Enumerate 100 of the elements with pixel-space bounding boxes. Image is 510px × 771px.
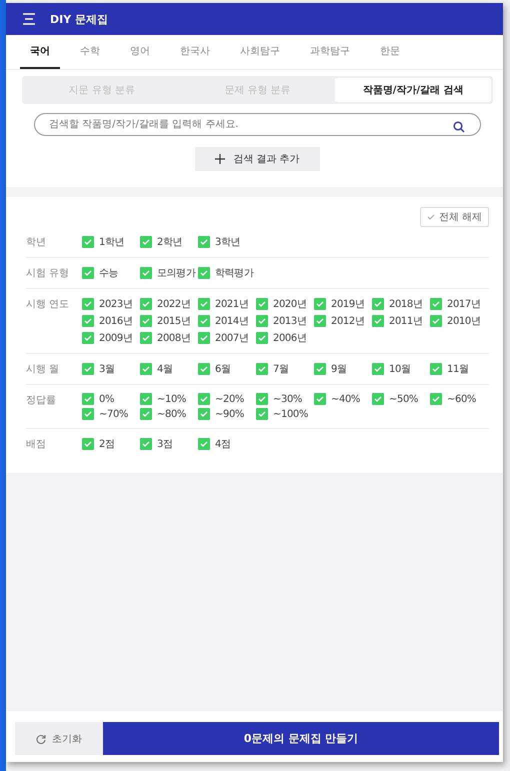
- check-icon: [142, 396, 150, 402]
- check-icon: [200, 396, 208, 402]
- subject-tab[interactable]: 과학탐구: [300, 35, 360, 69]
- checkbox[interactable]: [314, 393, 326, 405]
- subject-tab[interactable]: 영어: [120, 35, 160, 69]
- subject-tab[interactable]: 사회탐구: [230, 35, 290, 69]
- checkbox[interactable]: [256, 298, 268, 310]
- checkbox[interactable]: [256, 408, 268, 420]
- checkbox[interactable]: [198, 315, 210, 327]
- option-label: ~100%: [273, 408, 308, 420]
- checkbox[interactable]: [256, 393, 268, 405]
- checkbox[interactable]: [140, 315, 152, 327]
- app-title: DIY 문제집: [50, 12, 108, 26]
- checkbox[interactable]: [82, 236, 94, 248]
- checkbox[interactable]: [82, 393, 94, 405]
- checkbox[interactable]: [140, 332, 152, 344]
- filter-label: 시험 유형: [26, 267, 70, 280]
- checkbox[interactable]: [198, 236, 210, 248]
- checkbox[interactable]: [256, 315, 268, 327]
- checkbox[interactable]: [314, 363, 326, 375]
- option-label: ~50%: [389, 394, 418, 404]
- option-label: 2학년: [157, 236, 182, 249]
- checkbox[interactable]: [198, 393, 210, 405]
- checkbox[interactable]: [198, 332, 210, 344]
- option-label: 모의평가: [157, 267, 196, 280]
- option-label: 2009년: [99, 332, 132, 345]
- checkbox[interactable]: [82, 267, 94, 279]
- checkbox[interactable]: [82, 315, 94, 327]
- check-icon: [200, 411, 208, 417]
- check-icon: [432, 366, 440, 372]
- checkbox[interactable]: [314, 298, 326, 310]
- check-icon: [142, 411, 150, 417]
- checkbox[interactable]: [198, 438, 210, 450]
- checkbox[interactable]: [140, 393, 152, 405]
- check-icon: [316, 366, 324, 372]
- checkbox[interactable]: [140, 267, 152, 279]
- checkbox[interactable]: [430, 315, 442, 327]
- checkbox[interactable]: [372, 363, 384, 375]
- checkbox[interactable]: [140, 236, 152, 248]
- search-field[interactable]: 검색할 작품명/작가/갈래를 입력해 주세요.: [34, 113, 481, 136]
- checkbox[interactable]: [140, 408, 152, 420]
- option-label: ~10%: [157, 394, 186, 404]
- checkbox[interactable]: [372, 315, 384, 327]
- checkbox[interactable]: [140, 363, 152, 375]
- check-icon: [142, 301, 150, 307]
- option-label: 2006년: [273, 332, 306, 345]
- check-icon: [432, 301, 440, 307]
- checkbox[interactable]: [430, 298, 442, 310]
- menu-icon[interactable]: [22, 13, 36, 25]
- check-icon: [84, 239, 92, 245]
- check-icon: [426, 214, 435, 220]
- check-icon: [84, 318, 92, 324]
- create-workbook-button[interactable]: 0문제의 문제집 만들기: [103, 722, 499, 755]
- check-icon: [374, 318, 382, 324]
- check-icon: [84, 396, 92, 402]
- option-label: ~20%: [215, 394, 244, 404]
- check-icon: [142, 270, 150, 276]
- check-icon: [374, 301, 382, 307]
- check-icon: [200, 441, 208, 447]
- checkbox[interactable]: [430, 363, 442, 375]
- checkbox[interactable]: [198, 363, 210, 375]
- filter-label: 학년: [26, 236, 47, 249]
- checkbox[interactable]: [82, 332, 94, 344]
- check-icon: [258, 318, 266, 324]
- option-label: 2012년: [331, 315, 364, 328]
- option-label: ~90%: [215, 408, 244, 420]
- checkbox[interactable]: [198, 408, 210, 420]
- check-icon: [84, 441, 92, 447]
- check-icon: [200, 270, 208, 276]
- option-label: 2021년: [215, 298, 248, 311]
- subject-tab[interactable]: 수학: [70, 35, 110, 69]
- search-icon[interactable]: [453, 121, 465, 133]
- checkbox[interactable]: [140, 438, 152, 450]
- add-results-button[interactable]: 검색 결과 추가: [195, 147, 320, 171]
- reset-button[interactable]: 초기화: [15, 722, 103, 755]
- checkbox[interactable]: [256, 332, 268, 344]
- check-icon: [84, 366, 92, 372]
- clear-all-button[interactable]: 전체 해제: [420, 207, 489, 227]
- option-label: 7월: [273, 363, 289, 376]
- filter-label: 배점: [26, 438, 47, 451]
- checkbox[interactable]: [256, 363, 268, 375]
- subject-tab[interactable]: 한국사: [170, 35, 220, 69]
- checkbox[interactable]: [82, 363, 94, 375]
- option-label: 11월: [447, 363, 469, 376]
- checkbox[interactable]: [198, 298, 210, 310]
- checkbox[interactable]: [430, 393, 442, 405]
- option-label: 6월: [215, 363, 231, 376]
- filter-label: 정답률: [26, 394, 57, 408]
- check-icon: [84, 411, 92, 417]
- checkbox[interactable]: [198, 267, 210, 279]
- mode-tab[interactable]: 작품명/작가/갈래 검색: [335, 78, 492, 102]
- checkbox[interactable]: [314, 315, 326, 327]
- subject-tab[interactable]: 한문: [370, 35, 410, 69]
- checkbox[interactable]: [82, 408, 94, 420]
- check-icon: [316, 301, 324, 307]
- checkbox[interactable]: [372, 298, 384, 310]
- checkbox[interactable]: [82, 298, 94, 310]
- checkbox[interactable]: [82, 438, 94, 450]
- checkbox[interactable]: [372, 393, 384, 405]
- checkbox[interactable]: [140, 298, 152, 310]
